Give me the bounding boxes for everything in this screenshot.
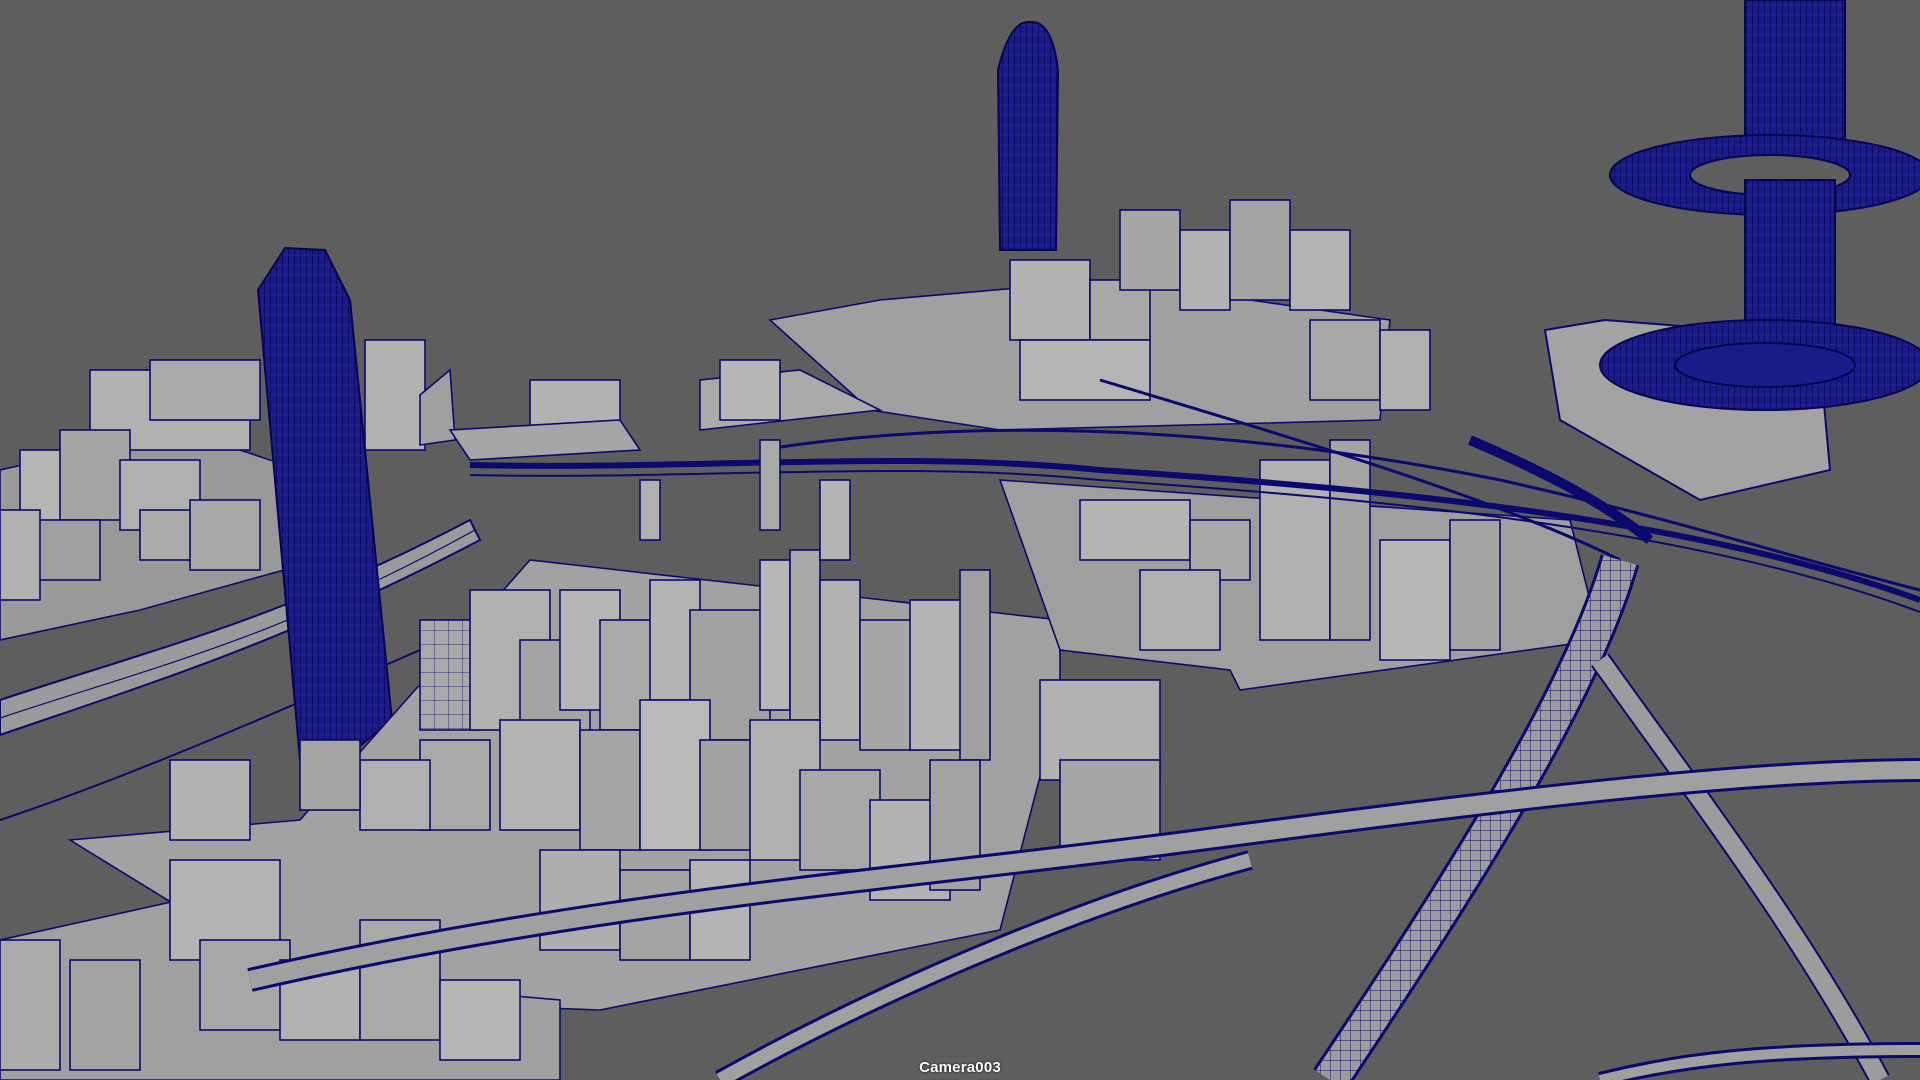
camera-name-label: Camera003 bbox=[919, 1059, 1001, 1076]
connector-bridges[interactable] bbox=[448, 419, 851, 561]
3d-viewport[interactable]: Camera003 bbox=[0, 0, 1920, 1080]
upper-platform[interactable] bbox=[529, 199, 1431, 451]
left-platform[interactable] bbox=[0, 339, 456, 641]
center-skyscraper[interactable] bbox=[996, 20, 1060, 251]
left-skyscraper[interactable] bbox=[256, 246, 394, 772]
scene-geometry[interactable] bbox=[0, 0, 1920, 1080]
observation-tower[interactable] bbox=[1543, 0, 1920, 502]
